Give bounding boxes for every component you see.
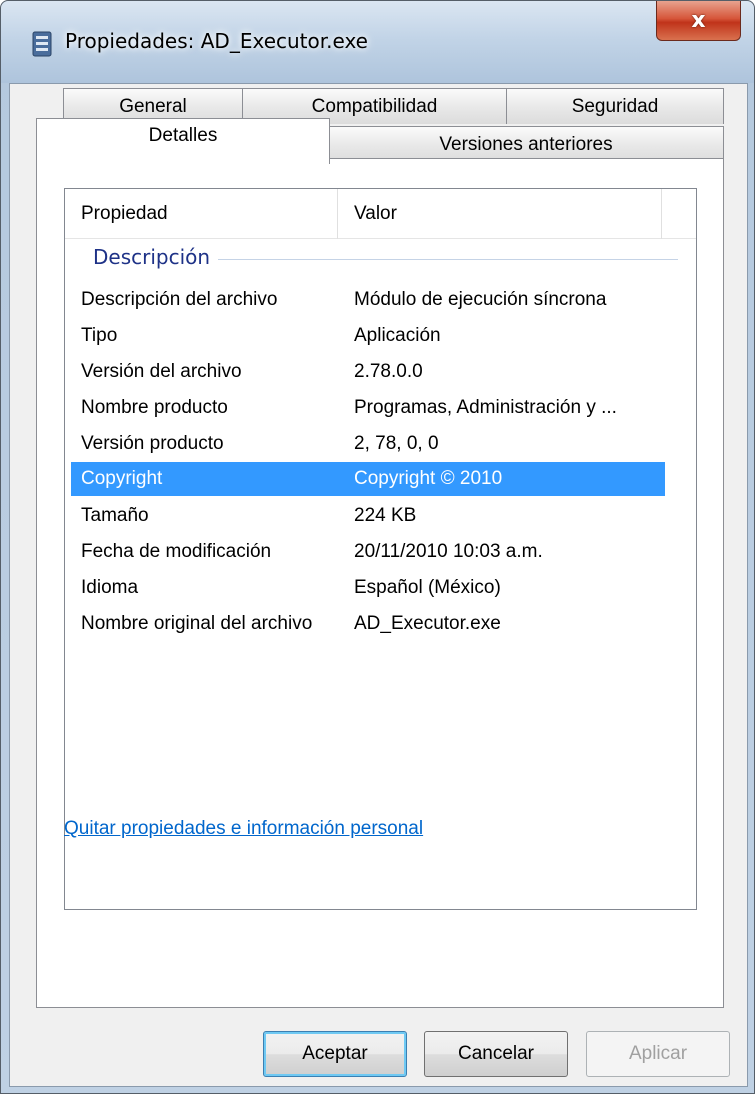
property-name: Idioma [81,577,139,598]
property-value: Español (México) [354,577,501,598]
list-item[interactable]: Versión del archivo 2.78.0.0 [71,355,665,389]
list-item[interactable]: Fecha de modificación 20/11/2010 10:03 a… [71,535,665,569]
apply-button-label: Aplicar [628,1043,688,1064]
list-column-header: Propiedad Valor [65,189,696,239]
cancel-button[interactable]: Cancelar [424,1031,568,1077]
property-name: Fecha de modificación [81,541,272,562]
property-value: 20/11/2010 10:03 a.m. [354,541,543,562]
column-header-label: Propiedad [81,203,168,224]
apply-button[interactable]: Aplicar [586,1031,730,1077]
property-name: Nombre producto [81,397,228,418]
list-item[interactable]: Descripción del archivo Módulo de ejecuc… [71,283,665,317]
property-name: Descripción del archivo [81,289,278,310]
tab-label: Compatibilidad [311,95,438,117]
tab-label: Seguridad [571,95,659,117]
tab-label: Versiones anteriores [439,133,613,155]
tab-versiones-anteriores[interactable]: Versiones anteriores [328,126,724,162]
list-item[interactable]: Tipo Aplicación [71,319,665,353]
property-name: Versión producto [81,433,224,454]
column-separator[interactable] [661,189,662,239]
list-item[interactable]: Nombre original del archivo AD_Executor.… [71,607,665,641]
property-value: Aplicación [354,325,441,346]
column-header-property[interactable]: Propiedad [65,189,337,239]
executable-file-icon [32,31,52,57]
title-bar[interactable]: Propiedades: AD_Executor.exe x [1,1,754,83]
property-value: Programas, Administración y ... [354,397,617,418]
property-value: 2, 78, 0, 0 [354,433,439,454]
window-title: Propiedades: AD_Executor.exe [65,29,368,53]
list-item[interactable]: Versión producto 2, 78, 0, 0 [71,427,665,461]
list-item[interactable]: Idioma Español (México) [71,571,665,605]
group-header: Descripción [93,245,219,269]
cancel-button-label: Cancelar [457,1043,535,1064]
remove-properties-link[interactable]: Quitar propiedades e información persona… [64,818,423,840]
property-value: AD_Executor.exe [354,613,501,634]
ok-button[interactable]: Aceptar [263,1031,407,1077]
property-name: Tamaño [81,505,149,526]
property-name: Copyright [81,468,163,489]
property-name: Versión del archivo [81,361,242,382]
tab-label: General [119,95,187,117]
property-value: 224 KB [354,505,417,526]
column-header-value[interactable]: Valor [338,189,661,239]
list-item[interactable]: Tamaño 224 KB [71,499,665,533]
tab-detalles[interactable]: Detalles [36,118,330,164]
close-icon: x [691,8,706,33]
property-value: Copyright © 2010 [354,468,503,489]
property-value: 2.78.0.0 [354,361,423,382]
tab-seguridad[interactable]: Seguridad [506,88,724,124]
details-list[interactable]: Propiedad Valor Descripción Descripción … [64,188,697,910]
property-value: Módulo de ejecución síncrona [354,289,607,310]
tab-label: Detalles [148,125,218,146]
ok-button-label: Aceptar [302,1043,368,1064]
property-name: Tipo [81,325,118,346]
list-item[interactable]: Nombre producto Programas, Administració… [71,391,665,425]
property-name: Nombre original del archivo [81,613,313,634]
column-header-label: Valor [354,203,397,224]
list-item-selected[interactable]: Copyright Copyright © 2010 [71,462,665,496]
close-button[interactable]: x [656,1,741,41]
